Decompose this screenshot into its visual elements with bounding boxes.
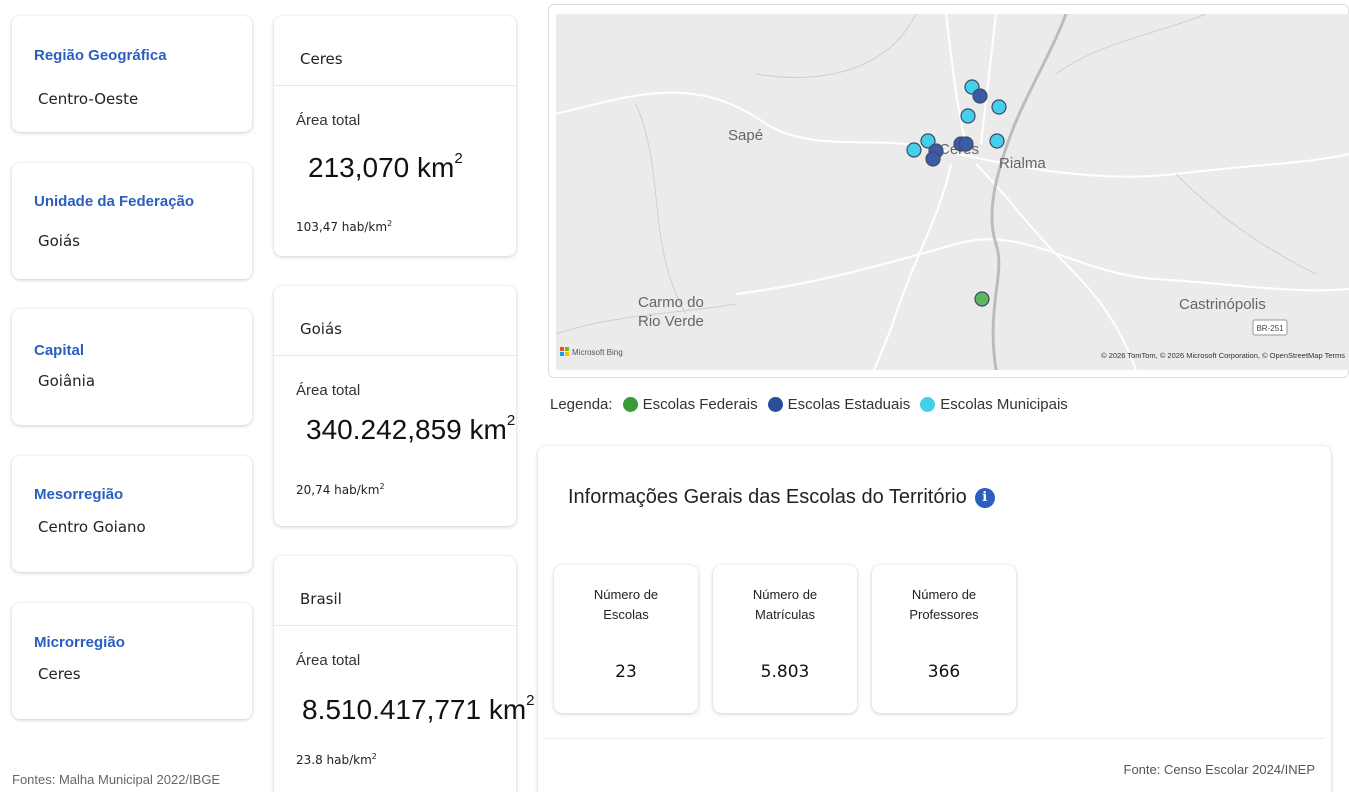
area-card-name: Ceres — [300, 50, 343, 68]
density-text: 23.8 hab/km — [296, 753, 372, 767]
area-card-name: Brasil — [300, 590, 342, 608]
area-total-label: Área total — [296, 652, 361, 669]
info-card-microrregiao: Microrregião Ceres — [12, 603, 252, 719]
schools-title-text: Informações Gerais das Escolas do Territ… — [568, 486, 967, 508]
area-total-value: 340.242,859 km2 — [306, 411, 516, 446]
map-minor-roads — [556, 14, 1317, 335]
info-card-capital: Capital Goiânia — [12, 309, 252, 425]
map-labels: Sapé Ceres Rialma Carmo do Rio Verde Cas… — [638, 127, 1266, 330]
area-value-text: 213,070 km — [308, 152, 455, 183]
info-card-label: Unidade da Federação — [34, 193, 195, 210]
density-sup: 2 — [379, 482, 385, 491]
marker-estadual — [972, 88, 988, 104]
marker-estadual — [958, 136, 974, 152]
stat-label-line2: Escolas — [603, 607, 649, 622]
map-provider: Microsoft Bing — [572, 348, 623, 357]
stat-value: 23 — [615, 662, 637, 682]
marker-municipal — [906, 142, 922, 158]
legend-item-federais: Escolas Federais — [622, 396, 758, 413]
area-total-label: Área total — [296, 382, 361, 399]
stat-value: 366 — [927, 662, 961, 682]
stat-label: Número de Escolas — [554, 585, 698, 625]
info-card-uf: Unidade da Federação Goiás — [12, 163, 252, 279]
stat-label: Número de Matrículas — [713, 585, 857, 625]
density-value: 20,74 hab/km2 — [296, 482, 385, 497]
map-canvas[interactable]: BR-251 Sapé Ceres Rialma Carmo do Rio Ve… — [556, 14, 1349, 370]
area-unit-sup: 2 — [526, 691, 535, 709]
info-card-mesorregiao: Mesorregião Centro Goiano — [12, 456, 252, 572]
area-unit-sup: 2 — [454, 149, 463, 167]
sources-note: Fontes: Malha Municipal 2022/IBGE — [12, 772, 221, 787]
density-sup: 2 — [371, 752, 377, 761]
area-card-brasil: Brasil Área total 8.510.417,771 km2 23.8… — [274, 556, 535, 792]
legend-label: Escolas Municipais — [940, 396, 1068, 413]
stat-label-line2: Matrículas — [755, 607, 815, 622]
map-river — [990, 14, 1068, 370]
area-unit-sup: 2 — [506, 411, 516, 429]
bing-logo — [560, 347, 569, 356]
panel-divider — [544, 738, 1325, 739]
legend-item-estaduais: Escolas Estaduais — [767, 396, 911, 413]
stat-label-line1: Número de — [593, 587, 659, 602]
info-card-value: Ceres — [38, 665, 81, 683]
info-card-value: Goiânia — [38, 372, 96, 390]
place-label-sape: Sapé — [728, 127, 763, 144]
map-view[interactable]: BR-251 Sapé Ceres Rialma Carmo do Rio Ve… — [556, 14, 1349, 370]
stat-label-line1: Número de — [911, 587, 977, 602]
area-card-ceres: Ceres Área total 213,070 km2 103,47 hab/… — [274, 16, 516, 256]
density-value: 103,47 hab/km2 — [296, 219, 392, 234]
area-card-goias: Goiás Área total 340.242,859 km2 20,74 h… — [274, 286, 516, 526]
marker-municipal — [991, 99, 1007, 115]
info-card-value: Centro Goiano — [38, 518, 146, 536]
stat-value: 5.803 — [760, 662, 810, 682]
legend-label: Escolas Estaduais — [787, 396, 911, 413]
stat-label-line1: Número de — [752, 587, 818, 602]
legend-title: Legenda: — [550, 396, 613, 413]
marker-municipal — [960, 108, 976, 124]
area-total-value: 213,070 km2 — [308, 149, 463, 184]
info-card-label: Microrregião — [34, 634, 125, 651]
place-label-rialma: Rialma — [999, 155, 1046, 172]
area-card-name: Goiás — [300, 320, 342, 338]
schools-source: Fonte: Censo Escolar 2024/INEP — [1123, 762, 1316, 777]
school-markers — [906, 79, 1007, 307]
area-value-text: 340.242,859 km — [306, 414, 507, 445]
place-label-carmo-1: Carmo do — [638, 294, 704, 311]
road-badge: BR-251 — [1256, 324, 1284, 333]
schools-panel: Informações Gerais das Escolas do Territ… — [538, 446, 1331, 792]
map-legend: Legenda: Escolas Federais Escolas Estadu… — [550, 396, 1078, 413]
info-card-value: Goiás — [38, 232, 80, 250]
legend-dot-federais — [622, 397, 638, 412]
density-sup: 2 — [387, 219, 393, 228]
stat-card-matriculas: Número de Matrículas 5.803 — [713, 565, 857, 713]
map-attribution: © 2026 TomTom, © 2026 Microsoft Corporat… — [1101, 351, 1345, 360]
info-card-label: Região Geográfica — [34, 47, 167, 64]
density-value: 23.8 hab/km2 — [296, 752, 377, 767]
legend-item-municipais: Escolas Municipais — [920, 396, 1068, 413]
area-value-text: 8.510.417,771 km — [302, 694, 527, 725]
info-card-value: Centro-Oeste — [38, 90, 139, 108]
stat-card-professores: Número de Professores 366 — [872, 565, 1016, 713]
density-text: 103,47 hab/km — [296, 220, 388, 234]
info-card-label: Capital — [34, 342, 85, 359]
info-card-label: Mesorregião — [34, 486, 124, 503]
area-total-value: 8.510.417,771 km2 — [302, 691, 535, 726]
stat-card-escolas: Número de Escolas 23 — [554, 565, 698, 713]
info-card-regiao: Região Geográfica Centro-Oeste — [12, 16, 252, 132]
marker-estadual — [925, 151, 941, 167]
schools-panel-title: Informações Gerais das Escolas do Territ… — [568, 486, 995, 509]
place-label-carmo-2: Rio Verde — [638, 313, 704, 330]
stat-label: Número de Professores — [872, 585, 1016, 625]
legend-dot-estaduais — [767, 397, 783, 412]
info-icon[interactable]: i — [974, 487, 995, 508]
legend-dot-municipais — [920, 397, 936, 412]
area-total-label: Área total — [296, 112, 361, 129]
place-label-castrinopolis: Castrinópolis — [1179, 296, 1266, 313]
legend-label: Escolas Federais — [642, 396, 758, 413]
density-text: 20,74 hab/km — [296, 483, 380, 497]
stat-label-line2: Professores — [909, 607, 979, 622]
marker-federal — [974, 291, 990, 307]
marker-municipal — [989, 133, 1005, 149]
